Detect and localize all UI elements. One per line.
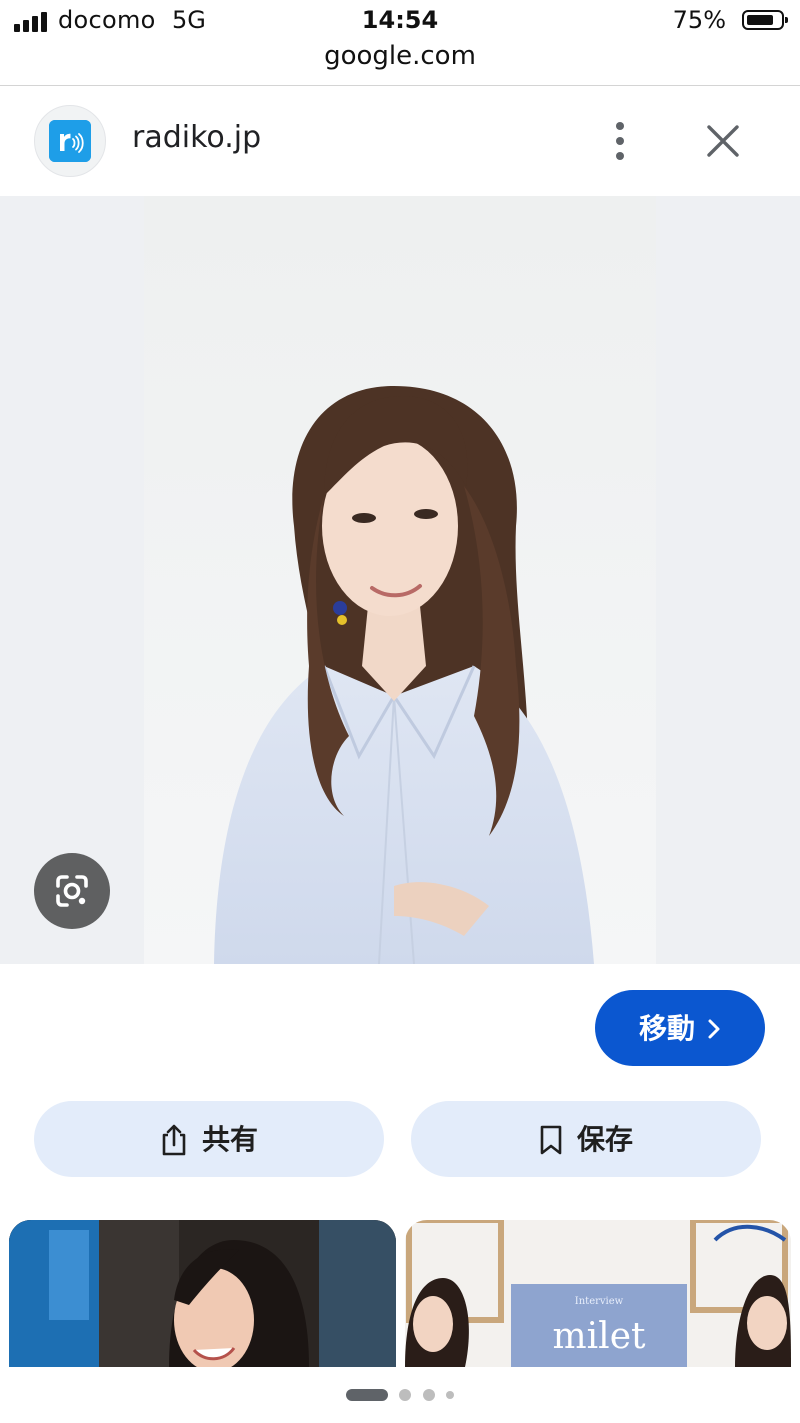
related-card-caption: Interview (574, 1296, 624, 1307)
page-dot (422, 1388, 435, 1401)
more-vert-icon (616, 122, 624, 160)
share-icon (162, 1124, 186, 1156)
lens-icon (56, 875, 88, 907)
source-favicon[interactable] (34, 105, 106, 177)
share-button[interactable]: 共有 (34, 1101, 384, 1177)
battery-percent: 75% (672, 6, 726, 34)
screen: docomo 5G 14:54 75% google.com radiko.jp (0, 0, 800, 1423)
result-image[interactable] (144, 196, 656, 964)
related-card-title: milet (552, 1316, 646, 1357)
visit-button[interactable]: 移動 (595, 990, 765, 1066)
source-header: radiko.jp (0, 86, 800, 196)
more-options-button[interactable] (600, 116, 640, 166)
page-dot (445, 1390, 454, 1399)
battery-icon (742, 10, 788, 30)
bookmark-icon (540, 1125, 562, 1155)
share-button-label: 共有 (201, 1123, 258, 1156)
close-icon (707, 125, 739, 157)
google-lens-button[interactable] (34, 853, 110, 929)
url-bar[interactable]: google.com (0, 38, 800, 84)
related-image-card[interactable] (9, 1220, 396, 1367)
save-button[interactable]: 保存 (411, 1101, 761, 1177)
page-dot-active (346, 1388, 389, 1401)
visit-button-label: 移動 (638, 1012, 695, 1045)
source-name[interactable]: radiko.jp (132, 120, 261, 155)
save-button-label: 保存 (576, 1123, 633, 1156)
chevron-right-icon (708, 1019, 720, 1039)
related-image-card[interactable]: Interview milet (405, 1220, 791, 1367)
close-button[interactable] (700, 118, 746, 164)
image-viewer (0, 196, 800, 964)
page-dot (399, 1388, 412, 1401)
radiko-logo-icon (49, 120, 91, 162)
carousel-indicator (0, 1384, 800, 1404)
